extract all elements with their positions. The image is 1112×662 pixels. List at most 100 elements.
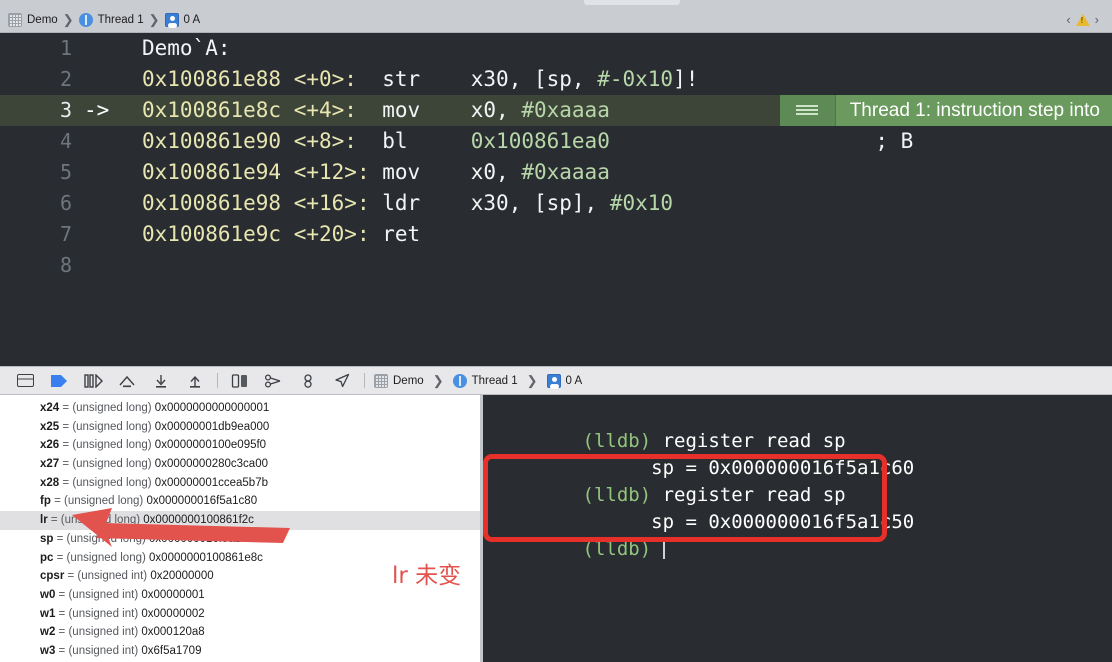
environment-overrides-button[interactable] [291,369,325,393]
code-mnemonic: ldr [382,191,421,215]
variable-row[interactable]: x24 = (unsigned long) 0x0000000000000001 [0,399,480,418]
forward-chevron-icon[interactable]: › [1092,12,1102,27]
variable-name: x25 [40,420,60,433]
step-out-icon [156,374,166,388]
code-line[interactable]: 1 Demo`A: [0,33,1112,64]
debug-bar-breadcrumb[interactable]: Demo ❯ Thread 1 ❯ 0 A [372,373,585,388]
code-mnemonic: mov [382,98,421,122]
variable-name: cpsr [40,570,65,583]
lldb-prompt: (lldb) [582,430,652,452]
step-into-button[interactable] [110,369,144,393]
variable-type: (unsigned long) [66,551,146,564]
code-offset: <+0>: [293,67,357,91]
variable-value: 0x000000016f5a1c80 [146,495,258,508]
code-line[interactable]: 8 [0,250,1112,281]
assembly-editor[interactable]: 1 Demo`A: 2 0x100861e88 <+0>: str x30, [… [0,33,1112,366]
annotation-expand-button[interactable] [779,95,836,126]
window-chrome [0,0,1112,7]
code-operands: x0, [470,98,522,122]
code-mnemonic: mov [382,160,421,184]
annotation-note-text: lr 未变 [392,563,462,589]
variable-row[interactable]: w2 = (unsigned int) 0x000120a8 [0,623,480,642]
warning-triangle-icon[interactable] [1075,13,1090,26]
variable-equals: = [62,476,70,489]
variable-type: (unsigned long) [72,420,152,433]
code-immediate: #0x10 [609,191,674,215]
breadcrumb-project[interactable]: Demo [6,12,60,27]
variable-row[interactable]: w3 = (unsigned int) 0x6f5a1709 [0,642,480,661]
code-mnemonic: str [382,67,421,91]
code-line[interactable]: 5 0x100861e94 <+12>: mov x0, #0xaaaa [0,157,1112,188]
breadcrumb-frame[interactable]: 0 A [163,12,203,27]
variable-row[interactable]: w1 = (unsigned int) 0x00000002 [0,605,480,624]
step-into-icon [119,375,135,387]
variable-name: lr [40,514,48,527]
variable-value: 0x0000000100861e8c [149,551,263,564]
code-operand-tail: ]! [673,67,699,91]
lldb-console[interactable]: (lldb) register read sp sp = 0x000000016… [483,395,1112,662]
code-line[interactable]: 7 0x100861e9c <+20>: ret [0,219,1112,250]
debug-view-hierarchy-button[interactable] [223,369,257,393]
code-offset: <+8>: [293,129,357,153]
variable-row-lr[interactable]: lr = (unsigned long) 0x0000000100861f2c [0,511,480,530]
variable-row[interactable]: x27 = (unsigned long) 0x0000000280c3ca00 [0,455,480,474]
variable-type: (unsigned int) [68,607,139,620]
code-line[interactable]: 6 0x100861e98 <+16>: ldr x30, [sp], #0x1… [0,188,1112,219]
code-operands: x30, [sp], [470,191,610,215]
variable-row[interactable]: sp = (unsigned long) 0x000000016f5a1c50 [0,530,480,549]
stack-frame-icon [546,373,561,388]
variable-row[interactable]: x25 = (unsigned long) 0x00000001db9ea000 [0,418,480,437]
variable-row[interactable]: x28 = (unsigned long) 0x00000001ccea5b7b [0,474,480,493]
variable-name: w0 [40,588,56,601]
continue-button[interactable] [42,369,76,393]
variable-equals: = [50,514,58,527]
variable-name: sp [40,532,54,545]
variable-value: 0x0000000100e095f0 [154,439,267,452]
code-immediate: #0xaaaa [521,160,610,184]
debug-area: x24 = (unsigned long) 0x0000000000000001… [0,395,1112,662]
variable-name: fp [40,495,51,508]
breadcrumb-thread[interactable]: Thread 1 [77,12,146,27]
code-immediate: #0xaaaa [521,98,610,122]
lldb-prompt: (lldb) [582,484,652,506]
inline-issue-annotation[interactable]: Thread 1: instruction step into [779,95,1112,126]
variable-equals: = [62,458,70,471]
debug-memory-graph-button[interactable] [257,369,291,393]
variable-type: (unsigned long) [66,532,146,545]
debug-breadcrumb-frame-label: 0 A [565,374,583,387]
code-offset: <+16>: [293,191,370,215]
lldb-command [651,538,662,560]
line-number: 3 [59,98,72,122]
debug-breadcrumb-project[interactable]: Demo [372,373,426,388]
variables-view[interactable]: x24 = (unsigned long) 0x0000000000000001… [0,395,480,662]
lldb-command: register read sp [651,430,846,452]
step-out-button[interactable] [144,369,178,393]
annotation-message: Thread 1: instruction step into [835,95,1112,126]
variable-row[interactable]: fp = (unsigned long) 0x000000016f5a1c80 [0,492,480,511]
code-line[interactable]: 4 0x100861e90 <+8>: bl 0x100861ea0 ; B [0,126,1112,157]
debug-breadcrumb-frame[interactable]: 0 A [545,373,585,388]
variable-name: pc [40,551,54,564]
variable-name: w2 [40,626,56,639]
variable-name: x28 [40,476,60,489]
code-line[interactable]: 2 0x100861e88 <+0>: str x30, [sp, #-0x10… [0,64,1112,95]
step-out-alt-button[interactable] [178,369,212,393]
code-line-current[interactable]: 3 -> 0x100861e8c <+4>: mov x0, #0xaaaa T… [0,95,1112,126]
variable-value: 0x000120a8 [141,626,205,639]
line-number: 4 [59,129,72,153]
back-chevron-icon[interactable]: ‹ [1063,12,1073,27]
variable-equals: = [62,420,70,433]
variable-value: 0x00000002 [141,607,205,620]
simulate-location-button[interactable] [325,369,359,393]
hide-debug-area-button[interactable] [8,369,42,393]
debug-breadcrumb-thread[interactable]: Thread 1 [451,373,520,388]
breadcrumb-project-label: Demo [27,13,58,26]
line-number: 7 [59,222,72,246]
step-over-button[interactable] [76,369,110,393]
editor-jump-bar[interactable]: Demo ❯ Thread 1 ❯ 0 A ‹ › [0,7,1112,33]
variable-row[interactable]: x26 = (unsigned long) 0x0000000100e095f0 [0,436,480,455]
environment-icon [304,373,312,388]
memory-graph-icon [264,373,281,388]
variable-equals: = [62,402,70,414]
debug-bar[interactable]: Demo ❯ Thread 1 ❯ 0 A [0,366,1112,395]
